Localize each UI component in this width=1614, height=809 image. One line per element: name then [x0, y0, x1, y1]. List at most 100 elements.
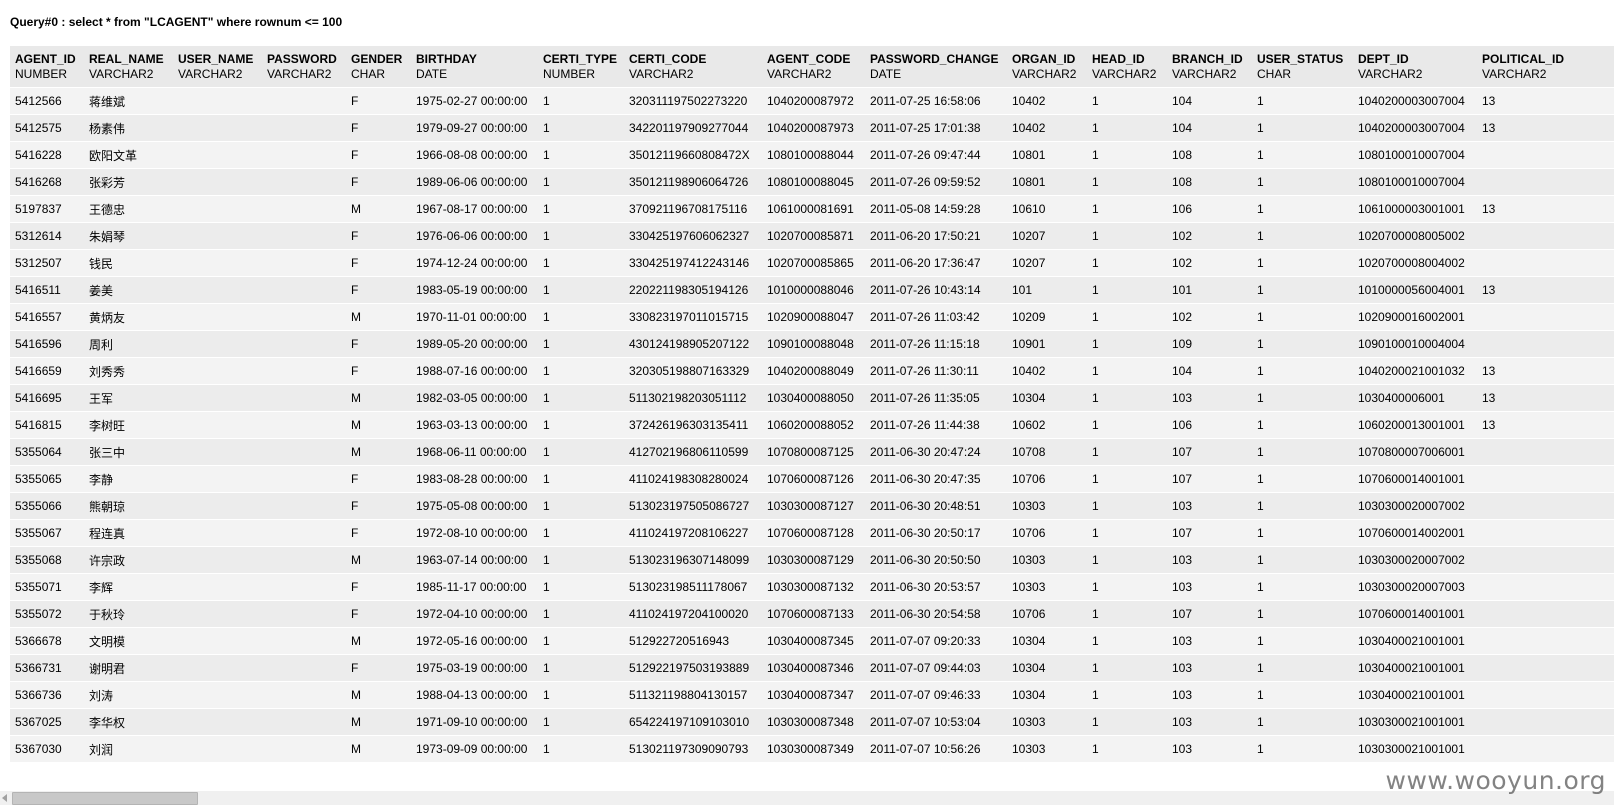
cell-user-name [173, 277, 262, 304]
column-header-real-name[interactable]: REAL_NAME VARCHAR2 [84, 46, 173, 88]
cell-user-status: 1 [1252, 115, 1353, 142]
table-row[interactable]: 5312507 钱民 F 1974-12-24 00:00:00 1 3304251974… [10, 250, 1614, 277]
table-row[interactable]: 5355064 张三中 M 1968-06-11 00:00:00 1 412702196… [10, 439, 1614, 466]
cell-agent-code: 1020900088047 [762, 304, 865, 331]
cell-agent-id: 5367025 [10, 709, 84, 736]
table-row[interactable]: 5412566 蒋维斌 F 1975-02-27 00:00:00 1 320311197… [10, 88, 1614, 115]
column-header-birthday[interactable]: BIRTHDAY DATE [411, 46, 538, 88]
table-row[interactable]: 5367030 刘润 M 1973-09-09 00:00:00 1 5130211973… [10, 736, 1614, 763]
table-row[interactable]: 5416815 李树旺 M 1963-03-13 00:00:00 1 372426196… [10, 412, 1614, 439]
cell-birthday: 1985-11-17 00:00:00 [411, 574, 538, 601]
table-row[interactable]: 5416659 刘秀秀 F 1988-07-16 00:00:00 1 320305198… [10, 358, 1614, 385]
table-row[interactable]: 5355067 程连真 F 1972-08-10 00:00:00 1 411024197… [10, 520, 1614, 547]
scrollbar-thumb[interactable] [12, 792, 198, 805]
table-row[interactable]: 5355066 熊朝琼 F 1975-05-08 00:00:00 1 513023197… [10, 493, 1614, 520]
column-header-agent-id[interactable]: AGENT_ID NUMBER [10, 46, 84, 88]
table-row[interactable]: 5355065 李静 F 1983-08-28 00:00:00 1 4110241983… [10, 466, 1614, 493]
cell-political-id: 13 [1477, 88, 1614, 115]
cell-agent-code: 1030400087345 [762, 628, 865, 655]
column-header-password[interactable]: PASSWORD VARCHAR2 [262, 46, 346, 88]
cell-password-change: 2011-07-26 09:59:52 [865, 169, 1007, 196]
cell-political-id [1477, 493, 1614, 520]
cell-user-status: 1 [1252, 709, 1353, 736]
cell-agent-code: 1080100088044 [762, 142, 865, 169]
cell-certi-type: 1 [538, 493, 624, 520]
cell-birthday: 1979-09-27 00:00:00 [411, 115, 538, 142]
cell-agent-id: 5366678 [10, 628, 84, 655]
cell-birthday: 1975-03-19 00:00:00 [411, 655, 538, 682]
column-type: VARCHAR2 [1358, 66, 1423, 81]
table-row[interactable]: 5416695 王军 M 1982-03-05 00:00:00 1 5113021982… [10, 385, 1614, 412]
cell-gender: M [346, 385, 411, 412]
table-row[interactable]: 5366678 文明模 M 1972-05-16 00:00:00 1 512922720… [10, 628, 1614, 655]
column-header-certi-code[interactable]: CERTI_CODE VARCHAR2 [624, 46, 762, 88]
cell-password-change: 2011-07-26 11:44:38 [865, 412, 1007, 439]
cell-certi-type: 1 [538, 736, 624, 763]
cell-certi-type: 1 [538, 628, 624, 655]
cell-user-name [173, 142, 262, 169]
table-row[interactable]: 5366736 刘涛 M 1988-04-13 00:00:00 1 5113211988… [10, 682, 1614, 709]
column-header-user-status[interactable]: USER_STATUS CHAR [1252, 46, 1353, 88]
table-row[interactable]: 5366731 谢明君 F 1975-03-19 00:00:00 1 512922197… [10, 655, 1614, 682]
cell-certi-code: 370921196708175116 [624, 196, 762, 223]
cell-head-id: 1 [1087, 520, 1167, 547]
column-header-branch-id[interactable]: BRANCH_ID VARCHAR2 [1167, 46, 1252, 88]
cell-dept-id: 1070800007006001 [1353, 439, 1477, 466]
column-header-head-id[interactable]: HEAD_ID VARCHAR2 [1087, 46, 1167, 88]
table-row[interactable]: 5416268 张彩芳 F 1989-06-06 00:00:00 1 350121198… [10, 169, 1614, 196]
cell-dept-id: 1061000003001001 [1353, 196, 1477, 223]
table-row[interactable]: 5416511 姜美 F 1983-05-19 00:00:00 1 2202211983… [10, 277, 1614, 304]
cell-dept-id: 1070600014001001 [1353, 601, 1477, 628]
cell-birthday: 1972-04-10 00:00:00 [411, 601, 538, 628]
cell-birthday: 1976-06-06 00:00:00 [411, 223, 538, 250]
cell-real-name: 刘秀秀 [84, 358, 173, 385]
column-type: NUMBER [15, 66, 68, 81]
cell-political-id [1477, 439, 1614, 466]
table-row[interactable]: 5416228 欧阳文革 F 1966-08-08 00:00:00 1 35012119… [10, 142, 1614, 169]
cell-agent-id: 5416557 [10, 304, 84, 331]
table-row[interactable]: 5412575 杨素伟 F 1979-09-27 00:00:00 1 342201197… [10, 115, 1614, 142]
table-row[interactable]: 5355068 许宗政 M 1963-07-14 00:00:00 1 513023196… [10, 547, 1614, 574]
cell-password-change: 2011-06-30 20:50:17 [865, 520, 1007, 547]
cell-certi-type: 1 [538, 709, 624, 736]
cell-organ-id: 10708 [1007, 439, 1087, 466]
cell-birthday: 1971-09-10 00:00:00 [411, 709, 538, 736]
table-row[interactable]: 5312614 朱娟琴 F 1976-06-06 00:00:00 1 330425197… [10, 223, 1614, 250]
cell-certi-code: 35012119660808472X [624, 142, 762, 169]
horizontal-scrollbar[interactable] [0, 791, 1614, 805]
table-row[interactable]: 5416596 周利 F 1989-05-20 00:00:00 1 4301241989… [10, 331, 1614, 358]
cell-birthday: 1982-03-05 00:00:00 [411, 385, 538, 412]
cell-certi-code: 220221198305194126 [624, 277, 762, 304]
table-row[interactable]: 5197837 王德忠 M 1967-08-17 00:00:00 1 370921196… [10, 196, 1614, 223]
table-row[interactable]: 5367025 李华权 M 1971-09-10 00:00:00 1 654224197… [10, 709, 1614, 736]
table-row[interactable]: 5355071 李辉 F 1985-11-17 00:00:00 1 5130231985… [10, 574, 1614, 601]
cell-dept-id: 1030400006001 [1353, 385, 1477, 412]
column-header-dept-id[interactable]: DEPT_ID VARCHAR2 [1353, 46, 1477, 88]
cell-user-name [173, 709, 262, 736]
column-header-password-change[interactable]: PASSWORD_CHANGE DATE [865, 46, 1007, 88]
cell-agent-code: 1030400088050 [762, 385, 865, 412]
query-title: Query#0 : select * from "LCAGENT" where … [10, 15, 343, 29]
scroll-left-arrow-icon[interactable] [2, 794, 7, 802]
cell-dept-id: 1030400021001001 [1353, 628, 1477, 655]
column-header-gender[interactable]: GENDER CHAR [346, 46, 411, 88]
column-name: CERTI_CODE [629, 51, 707, 66]
cell-real-name: 张彩芳 [84, 169, 173, 196]
column-header-user-name[interactable]: USER_NAME VARCHAR2 [173, 46, 262, 88]
cell-real-name: 刘涛 [84, 682, 173, 709]
cell-user-status: 1 [1252, 520, 1353, 547]
cell-branch-id: 102 [1167, 223, 1252, 250]
table-row[interactable]: 5355072 于秋玲 F 1972-04-10 00:00:00 1 411024197… [10, 601, 1614, 628]
cell-birthday: 1989-05-20 00:00:00 [411, 331, 538, 358]
column-header-political-id[interactable]: POLITICAL_ID VARCHAR2 [1477, 46, 1614, 88]
cell-political-id [1477, 601, 1614, 628]
cell-user-status: 1 [1252, 466, 1353, 493]
cell-agent-code: 1070600087133 [762, 601, 865, 628]
column-header-agent-code[interactable]: AGENT_CODE VARCHAR2 [762, 46, 865, 88]
column-header-organ-id[interactable]: ORGAN_ID VARCHAR2 [1007, 46, 1087, 88]
results-table-container[interactable]: AGENT_ID NUMBER REAL_NAME VARCHAR2 USER_NAME… [10, 46, 1614, 768]
cell-password [262, 142, 346, 169]
column-header-certi-type[interactable]: CERTI_TYPE NUMBER [538, 46, 624, 88]
table-row[interactable]: 5416557 黄炳友 M 1970-11-01 00:00:00 1 330823197… [10, 304, 1614, 331]
cell-password-change: 2011-06-30 20:48:51 [865, 493, 1007, 520]
